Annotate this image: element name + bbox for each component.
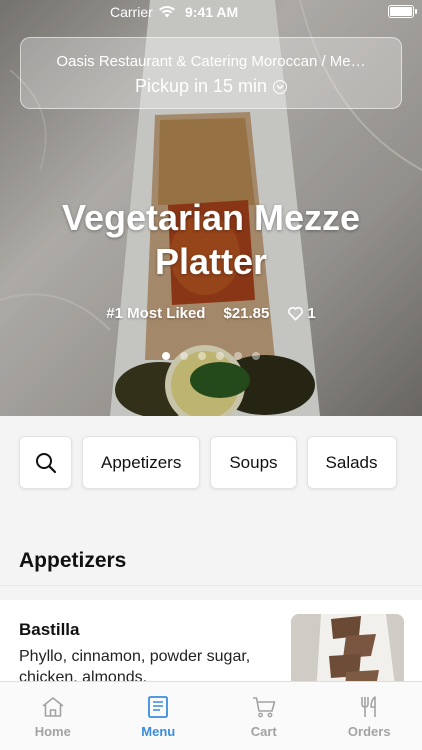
menu-item-name: Bastilla bbox=[19, 620, 80, 639]
hero-banner[interactable]: Carrier 9:41 AM Oasis Restaurant & Cater… bbox=[0, 0, 422, 416]
pickup-time[interactable]: Pickup in 15 min bbox=[21, 76, 401, 97]
search-icon bbox=[35, 452, 56, 473]
restaurant-name: Oasis Restaurant & Catering Moroccan / M… bbox=[56, 53, 366, 70]
carousel-dot[interactable] bbox=[252, 352, 260, 360]
home-icon bbox=[42, 697, 64, 717]
tab-label: Home bbox=[34, 724, 71, 739]
featured-dish-meta: #1 Most Liked $21.85 1 bbox=[0, 305, 422, 322]
rank-label: #1 Most Liked bbox=[106, 305, 206, 322]
tab-label: Cart bbox=[250, 724, 277, 739]
status-bar: Carrier 9:41 AM bbox=[0, 0, 422, 26]
carousel-dot[interactable] bbox=[234, 352, 242, 360]
likes-counter[interactable]: 1 bbox=[287, 305, 316, 322]
tab-home[interactable]: Home bbox=[0, 682, 106, 750]
section-divider bbox=[0, 585, 422, 586]
category-bar: Appetizers Soups Salads bbox=[19, 436, 397, 489]
clock: 9:41 AM bbox=[185, 4, 239, 20]
carousel-page-indicator[interactable] bbox=[0, 352, 422, 360]
battery-icon bbox=[388, 5, 417, 18]
section-title: Appetizers bbox=[19, 549, 127, 572]
cart-icon bbox=[252, 697, 276, 718]
menu-icon bbox=[148, 696, 169, 718]
carrier-label: Carrier bbox=[110, 4, 153, 20]
carousel-dot[interactable] bbox=[162, 352, 170, 360]
tab-bar: Home Menu Cart Orders bbox=[0, 681, 422, 750]
carrier-indicator: Carrier bbox=[110, 4, 175, 20]
tab-menu[interactable]: Menu bbox=[106, 682, 212, 750]
carousel-dot[interactable] bbox=[180, 352, 188, 360]
category-chip-appetizers[interactable]: Appetizers bbox=[82, 436, 201, 489]
fork-knife-icon bbox=[361, 696, 377, 717]
tab-label: Orders bbox=[347, 724, 391, 739]
chevron-down-circle-icon bbox=[273, 79, 288, 94]
category-chip-soups[interactable]: Soups bbox=[210, 436, 297, 489]
tab-label: Menu bbox=[141, 724, 176, 739]
carousel-dot[interactable] bbox=[216, 352, 224, 360]
pickup-label: Pickup in 15 min bbox=[134, 76, 268, 96]
search-button[interactable] bbox=[19, 436, 72, 489]
price-label: $21.85 bbox=[223, 305, 270, 322]
menu-item[interactable]: Bastilla Phyllo, cinnamon, powder sugar,… bbox=[0, 600, 422, 694]
category-chip-salads[interactable]: Salads bbox=[306, 436, 397, 489]
carousel-dot[interactable] bbox=[198, 352, 206, 360]
likes-count: 1 bbox=[307, 305, 316, 322]
wifi-icon bbox=[158, 6, 175, 18]
tab-cart[interactable]: Cart bbox=[211, 682, 317, 750]
tab-orders[interactable]: Orders bbox=[317, 682, 422, 750]
heart-icon bbox=[288, 306, 304, 321]
featured-dish-title: Vegetarian Mezze Platter bbox=[61, 197, 361, 282]
restaurant-pickup-selector[interactable]: Oasis Restaurant & Catering Moroccan / M… bbox=[20, 37, 402, 109]
